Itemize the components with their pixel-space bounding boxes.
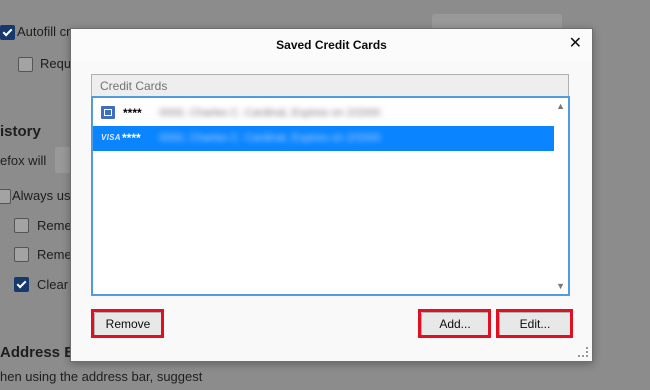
card-details-blurred: 0000, Charles C. Cardinal, Expires on 2/…: [159, 107, 381, 119]
list-item-selected[interactable]: VISA **** 0000, Charles C. Cardinal, Exp…: [93, 126, 554, 151]
remember2-label: Reme: [37, 247, 72, 262]
require-label: Requ: [40, 56, 72, 71]
saved-credit-cards-dialog: Saved Credit Cards ✕ Credit Cards **** 0…: [70, 28, 593, 362]
clear-checkbox[interactable]: [14, 277, 29, 292]
always-use-label: Always us: [12, 188, 71, 203]
autofill-checkbox[interactable]: [0, 25, 15, 40]
dialog-titlebar: Saved Credit Cards ✕: [71, 29, 592, 61]
list-item[interactable]: **** 0000, Charles C. Cardinal, Expires …: [93, 101, 554, 126]
card-number-mask: ****: [123, 106, 142, 120]
resize-grip-icon[interactable]: [578, 347, 588, 357]
require-checkbox[interactable]: [18, 57, 33, 72]
dialog-title: Saved Credit Cards: [276, 38, 387, 52]
scroll-down-icon[interactable]: ▼: [556, 281, 565, 291]
autofill-label: Autofill cr: [17, 24, 71, 39]
visa-logo-icon: VISA: [101, 133, 121, 142]
remove-highlight-box: [91, 309, 164, 338]
card-details-blurred: 0000, Charles C. Cardinal, Expires on 2/…: [159, 132, 381, 144]
clear-label: Clear: [37, 277, 69, 292]
address-bar-description: hen using the address bar, suggest: [0, 369, 203, 384]
always-use-checkbox[interactable]: [0, 189, 11, 204]
card-number-mask: ****: [122, 131, 141, 145]
scroll-up-icon[interactable]: ▲: [556, 101, 565, 111]
remember2-checkbox[interactable]: [14, 247, 29, 262]
credit-card-icon: [101, 106, 115, 119]
credit-cards-column-header: Credit Cards: [91, 74, 569, 96]
add-highlight-box: [418, 309, 491, 338]
history-heading: istory: [0, 123, 41, 140]
remember1-label: Reme: [37, 218, 72, 233]
firefox-will-label: efox will: [0, 153, 47, 168]
list-scrollbar[interactable]: ▲ ▼: [555, 98, 568, 294]
remember1-checkbox[interactable]: [14, 218, 29, 233]
credit-cards-list[interactable]: **** 0000, Charles C. Cardinal, Expires …: [91, 96, 570, 296]
close-icon[interactable]: ✕: [569, 35, 582, 53]
edit-highlight-box: [496, 309, 573, 338]
